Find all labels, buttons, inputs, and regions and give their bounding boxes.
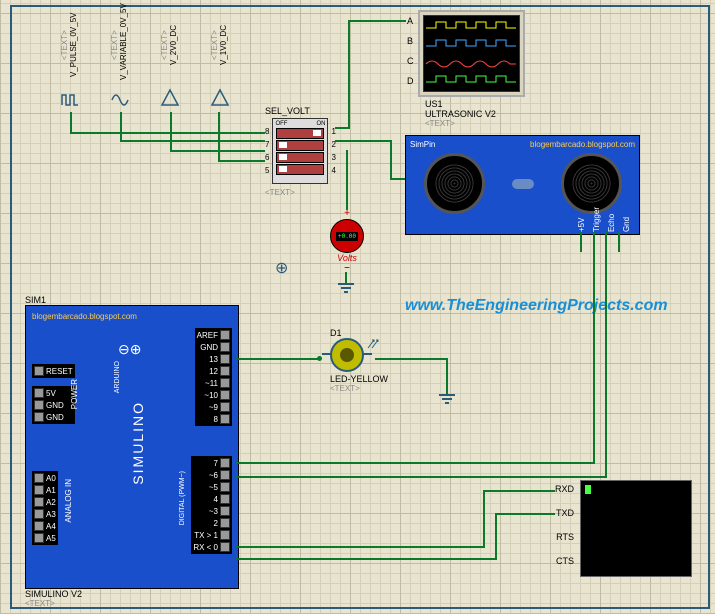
ground-symbol bbox=[336, 272, 356, 297]
watermark: www.TheEngineeringProjects.com bbox=[405, 297, 668, 315]
arduino-board[interactable]: SIM1 blogembarcado.blogspot.com RESET 5V… bbox=[25, 295, 239, 608]
dip-switch[interactable]: SEL_VOLT 8765 OFFON 1234 <TEXT> bbox=[265, 106, 336, 197]
serial-terminal[interactable]: RXDTXDRTSCTS bbox=[555, 480, 692, 577]
speaker-icon bbox=[424, 153, 485, 214]
speaker-icon bbox=[561, 153, 622, 214]
source-pulse[interactable]: <TEXT> V_PULSE_0V_5V bbox=[60, 10, 80, 112]
ultrasonic-sensor[interactable]: SimPin blogembarcado.blogspot.com +5V Tr… bbox=[405, 135, 640, 235]
source-variable[interactable]: <TEXT> V_VARIABLE_0V_5V bbox=[110, 10, 130, 112]
origin-marker: ⊕ bbox=[275, 258, 288, 278]
oscilloscope[interactable]: ABCD US1 ULTRASONIC V2 <TEXT> bbox=[407, 10, 525, 128]
ground-symbol bbox=[437, 380, 457, 408]
source-1v[interactable]: <TEXT> V_1V0_DC bbox=[210, 10, 230, 112]
led[interactable]: D1 LED-YELLOW <TEXT> bbox=[330, 328, 388, 393]
voltmeter[interactable]: + +0.00 Volts − bbox=[330, 208, 364, 274]
source-2v[interactable]: <TEXT> V_2V0_DC bbox=[160, 10, 180, 112]
